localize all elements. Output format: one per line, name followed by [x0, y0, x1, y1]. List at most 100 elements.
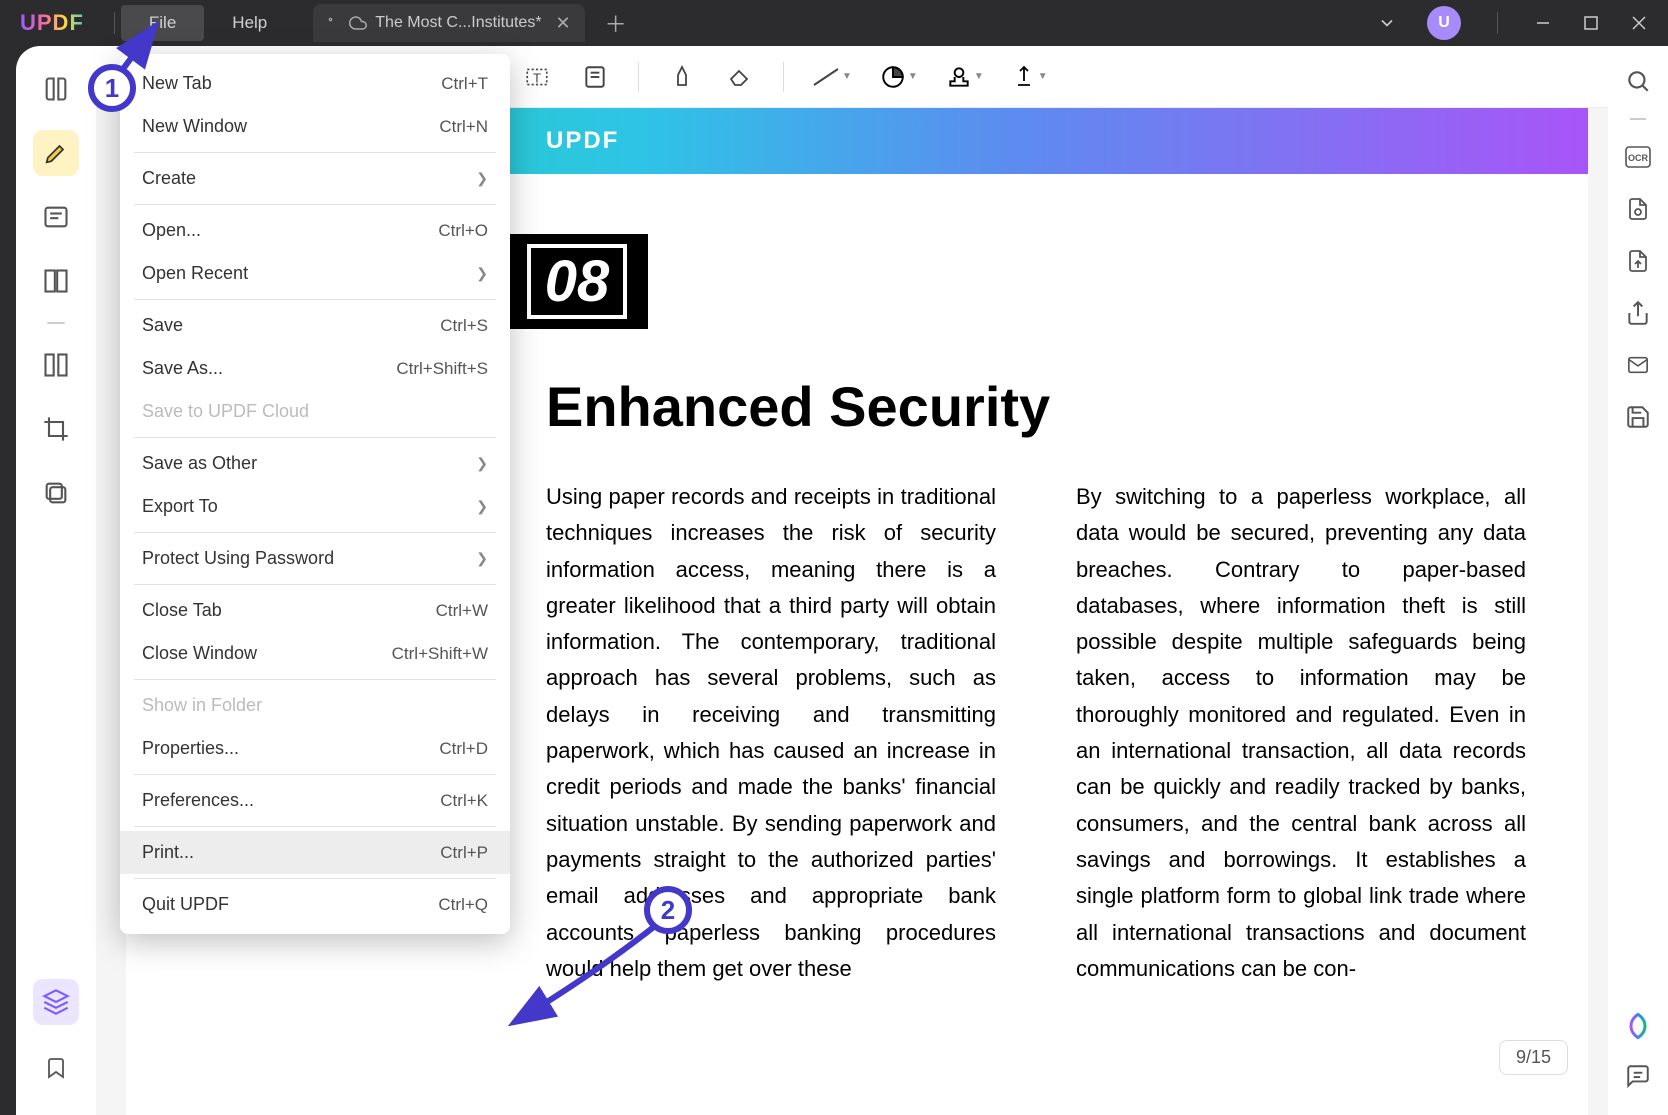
menu-item-save-as[interactable]: Save As... Ctrl+Shift+S [120, 347, 510, 390]
menu-item-label: Open Recent [142, 263, 248, 284]
menu-separator [134, 204, 496, 205]
ocr-icon[interactable]: OCR [1623, 142, 1653, 172]
menu-item-quit-updf[interactable]: Quit UPDFCtrl+Q [120, 883, 510, 926]
chevron-right-icon: ❯ [476, 550, 488, 567]
menu-item-close-tab[interactable]: Close TabCtrl+W [120, 589, 510, 632]
menu-item-save[interactable]: SaveCtrl+S [120, 304, 510, 347]
signature-tool[interactable]: ▼ [1012, 63, 1048, 91]
close-window-button[interactable] [1630, 14, 1648, 32]
share-icon[interactable] [1623, 298, 1653, 328]
cloud-icon [349, 14, 367, 32]
menu-item-close-window[interactable]: Close WindowCtrl+Shift+W [120, 632, 510, 675]
menu-item-label: Save [142, 315, 183, 336]
menu-item-save-as-other[interactable]: Save as Other ❯ [120, 442, 510, 485]
menu-item-label: Save As... [142, 358, 223, 379]
crop-icon[interactable] [33, 406, 79, 452]
menu-separator [134, 152, 496, 153]
page-indicator[interactable]: 9/15 [1499, 1040, 1568, 1075]
eraser-icon[interactable] [725, 62, 755, 92]
menu-shortcut: Ctrl+K [440, 791, 488, 811]
close-tab-icon[interactable]: ✕ [556, 13, 571, 34]
save-cloud-icon[interactable] [1623, 402, 1653, 432]
menu-item-label: Preferences... [142, 790, 254, 811]
divider [1630, 118, 1646, 120]
email-icon[interactable] [1623, 350, 1653, 380]
stamp-tool[interactable]: ▼ [946, 64, 984, 90]
comments-panel-icon[interactable] [1623, 1061, 1653, 1091]
menu-item-label: New Window [142, 116, 247, 137]
chevron-down-icon[interactable] [1377, 13, 1397, 33]
menu-item-preferences[interactable]: Preferences... Ctrl+K [120, 779, 510, 822]
edit-text-icon[interactable] [33, 194, 79, 240]
menu-item-label: Open... [142, 220, 201, 241]
maximize-button[interactable] [1582, 14, 1600, 32]
menu-separator [134, 774, 496, 775]
left-sidebar [16, 46, 96, 1115]
menu-item-export-to[interactable]: Export To❯ [120, 485, 510, 528]
app-logo: UPDF [20, 10, 84, 36]
convert-icon[interactable] [1623, 194, 1653, 224]
menu-item-label: Export To [142, 496, 218, 517]
menu-separator [134, 532, 496, 533]
file-menu-button[interactable]: File [121, 5, 204, 41]
menu-item-label: Show in Folder [142, 695, 262, 716]
menu-item-label: Protect Using Password [142, 548, 334, 569]
separator [114, 12, 115, 34]
document-tab[interactable]: The Most C...Institutes* ✕ [313, 4, 584, 42]
menu-item-print[interactable]: Print...Ctrl+P [120, 831, 510, 874]
title-bar: UPDF File Help The Most C...Institutes* … [0, 0, 1668, 46]
menu-item-properties[interactable]: Properties...Ctrl+D [120, 727, 510, 770]
line-tool[interactable]: ▼ [812, 67, 852, 87]
menu-item-protect-using-password[interactable]: Protect Using Password ❯ [120, 537, 510, 580]
menu-shortcut: Ctrl+N [439, 117, 488, 137]
menu-item-label: Save as Other [142, 453, 257, 474]
shape-tool[interactable]: ▼ [880, 64, 918, 90]
callout-2: 2 [644, 886, 692, 934]
tab-title: The Most C...Institutes* [375, 14, 541, 32]
add-tab-button[interactable]: ＋ [605, 7, 627, 39]
compare-icon[interactable] [33, 342, 79, 388]
ai-assistant-icon[interactable] [1623, 1011, 1653, 1041]
doc-heading: Enhanced Security [546, 374, 1538, 439]
user-avatar[interactable]: U [1427, 6, 1461, 40]
menu-item-label: Print... [142, 842, 194, 863]
menu-shortcut: Ctrl+T [441, 74, 488, 94]
textbox-icon[interactable]: T [522, 62, 552, 92]
export-icon[interactable] [1623, 246, 1653, 276]
callout-1: 1 [88, 64, 136, 112]
separator [1497, 12, 1498, 34]
menu-item-create[interactable]: Create ❯ [120, 157, 510, 200]
layers-icon[interactable] [33, 979, 79, 1025]
menu-item-show-in-folder: Show in Folder [120, 684, 510, 727]
menu-separator [134, 878, 496, 879]
section-number: 08 [506, 234, 648, 329]
batch-icon[interactable] [33, 470, 79, 516]
chevron-right-icon: ❯ [476, 455, 488, 472]
pin-icon [327, 16, 341, 30]
highlight-tool-icon[interactable] [33, 130, 79, 176]
minimize-button[interactable] [1534, 14, 1552, 32]
divider [47, 322, 65, 324]
search-icon[interactable] [1623, 66, 1653, 96]
separator [638, 62, 639, 92]
column-right: By switching to a paperless workplace, a… [1076, 479, 1526, 987]
pencil-icon[interactable] [667, 62, 697, 92]
menu-shortcut: Ctrl+O [438, 221, 488, 241]
help-menu-button[interactable]: Help [204, 5, 295, 41]
bookmark-icon[interactable] [33, 1045, 79, 1091]
menu-item-label: Create [142, 168, 196, 189]
file-dropdown-menu: New TabCtrl+TNew WindowCtrl+NCreate❯Open… [120, 54, 510, 934]
chevron-right-icon: ❯ [476, 265, 488, 282]
menu-item-label: Close Tab [142, 600, 222, 621]
menu-shortcut: Ctrl+Shift+S [396, 359, 488, 379]
chevron-right-icon: ❯ [476, 170, 488, 187]
menu-item-open[interactable]: Open... Ctrl+O [120, 209, 510, 252]
page-organize-icon[interactable] [33, 258, 79, 304]
menu-item-new-window[interactable]: New Window Ctrl+N [120, 105, 510, 148]
menu-item-open-recent[interactable]: Open Recent ❯ [120, 252, 510, 295]
menu-separator [134, 299, 496, 300]
menu-item-new-tab[interactable]: New TabCtrl+T [120, 62, 510, 105]
reader-mode-icon[interactable] [33, 66, 79, 112]
menu-separator [134, 437, 496, 438]
note-icon[interactable] [580, 62, 610, 92]
